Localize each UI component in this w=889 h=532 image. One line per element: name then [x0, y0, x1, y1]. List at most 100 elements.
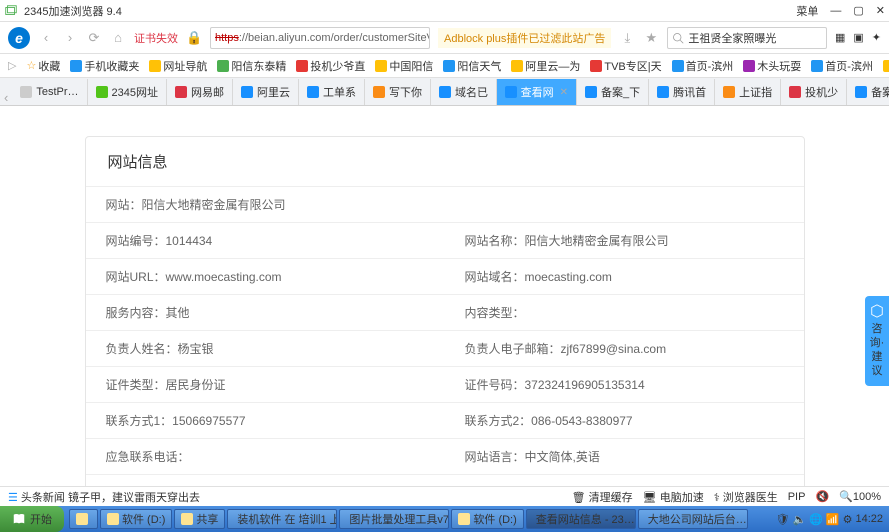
bookmark-item[interactable]: 阳信东泰精 [217, 58, 286, 74]
zoom-level[interactable]: 🔍100% [839, 490, 881, 503]
browser-doctor[interactable]: ⚕ 浏览器医生 [714, 489, 778, 505]
star-icon[interactable]: ★ [643, 30, 659, 46]
ext-icon[interactable]: ▣ [853, 31, 863, 44]
bookmarks-bar: ▷ ☆收藏 手机收藏夹 网址导航 阳信东泰精 投机少爷直 中国阳信 阳信天气 阿… [0, 54, 889, 78]
browser-logo-icon[interactable]: e [8, 27, 30, 49]
search-input[interactable]: 王祖贤全家照曝光 [667, 27, 827, 49]
browser-tab[interactable]: 备案-下 [847, 79, 889, 105]
bookmark-item[interactable]: 木头玩耍 [743, 58, 801, 74]
taskbar-item[interactable]: 共享 [174, 509, 225, 529]
taskbar-item[interactable] [69, 509, 98, 529]
browser-tab[interactable]: 上证指 [715, 79, 781, 105]
tray-icon[interactable]: 🔈 [792, 513, 806, 526]
taskbar-item[interactable]: 软件 (D:) [100, 509, 172, 529]
browser-tab[interactable]: 阿里云 [233, 79, 299, 105]
tab-favicon [175, 86, 187, 98]
bookmark-item[interactable]: TVB专区|天 [590, 58, 661, 74]
taskbar-item-icon [76, 513, 88, 525]
address-bar: e ‹ › ⟳ ⌂ 证书失效 🔒 https://beian.aliyun.co… [0, 22, 889, 54]
taskbar-item[interactable]: 装机软件 在 培训1 上 [227, 509, 337, 529]
grid-icon[interactable]: ▦ [835, 31, 845, 44]
url-proto: https [215, 32, 239, 44]
browser-tab[interactable]: TestPr… [12, 79, 87, 105]
tray-icon[interactable]: 🛡 [776, 513, 790, 526]
tab-label: TestPr… [36, 86, 78, 98]
site-id: 网站编号：1014434 [86, 223, 445, 258]
tabs-scroll-left[interactable]: ‹ [0, 90, 12, 105]
menu-link[interactable]: 菜单 [796, 3, 818, 19]
browser-tab[interactable]: 备案_下 [577, 79, 649, 105]
news-icon[interactable]: ☰ 头条新闻 [8, 492, 65, 504]
windows-icon [12, 512, 26, 526]
lock-icon: 🔒 [186, 30, 202, 46]
mute-icon[interactable]: 🔇 [815, 490, 829, 503]
taskbar-item[interactable]: 查看网站信息 - 23… [526, 509, 636, 529]
forward-button[interactable]: › [62, 30, 78, 45]
card-heading: 网站信息 [86, 137, 804, 186]
browser-tab[interactable]: 腾讯首 [649, 79, 715, 105]
fav-label[interactable]: ☆收藏 [26, 58, 60, 74]
bookmark-item[interactable]: 手机收藏夹 [70, 58, 139, 74]
browser-tab[interactable]: 写下你 [365, 79, 431, 105]
maximize-button[interactable]: ▢ [853, 4, 863, 17]
browser-tab[interactable]: 投机少 [781, 79, 847, 105]
tab-favicon [20, 86, 32, 98]
system-tray[interactable]: 🛡 🔈 🌐 📶 ⚙ 14:22 [770, 513, 889, 526]
browser-tab[interactable]: 查看网✕ [497, 79, 577, 105]
bookmark-item[interactable]: 阿里云—为 [883, 58, 889, 74]
taskbar-item[interactable]: 图片批量处理工具v7.0 … [339, 509, 449, 529]
url-input[interactable]: https://beian.aliyun.com/order/customerS… [210, 27, 430, 49]
tab-favicon [373, 86, 385, 98]
tray-icon[interactable]: ⚙ [843, 513, 853, 526]
reload-button[interactable]: ⟳ [86, 30, 102, 46]
id-number: 证件号码：372324196905135314 [445, 367, 804, 402]
bookmark-item[interactable]: 阿里云—为 [511, 58, 580, 74]
clock[interactable]: 14:22 [855, 513, 883, 525]
bookmark-item[interactable]: 网址导航 [149, 58, 207, 74]
taskbar-item-label: 软件 (D:) [122, 511, 165, 527]
pip-toggle[interactable]: PIP [788, 491, 806, 503]
tab-close-icon[interactable]: ✕ [560, 87, 568, 98]
restore-icon[interactable] [4, 4, 18, 18]
taskbar-item-icon [458, 513, 470, 525]
browser-tab[interactable]: 2345网址 [88, 79, 167, 105]
close-button[interactable]: ✕ [876, 4, 885, 17]
search-icon [672, 32, 684, 44]
browser-tab[interactable]: 域名已 [431, 79, 497, 105]
adblock-notice[interactable]: Adblock plus插件已过滤此站广告 [438, 28, 611, 48]
download-icon[interactable]: ⤓ [619, 30, 635, 46]
tray-icon[interactable]: 🌐 [809, 513, 823, 526]
bookmark-item[interactable]: 中国阳信 [375, 58, 433, 74]
tray-icon[interactable]: 📶 [826, 513, 840, 526]
search-placeholder: 王祖贤全家照曝光 [688, 30, 776, 46]
clear-cache[interactable]: 🗑 清理缓存 [572, 489, 633, 505]
bookmark-item[interactable]: 首页-滨州 [811, 58, 873, 74]
bookmark-item[interactable]: 投机少爷直 [296, 58, 365, 74]
start-button[interactable]: 开始 [0, 506, 64, 532]
tab-favicon [855, 86, 867, 98]
help-float-label: 咨询·建议 [869, 322, 885, 378]
bookmark-item[interactable]: 首页-滨州 [672, 58, 734, 74]
window-titlebar: 2345加速浏览器 9.4 菜单 — ▢ ✕ [0, 0, 889, 22]
browser-tab[interactable]: 工单系 [299, 79, 365, 105]
home-button[interactable]: ⌂ [110, 30, 126, 45]
pc-boost[interactable]: 🖥 电脑加速 [643, 489, 704, 505]
minimize-button[interactable]: — [830, 5, 841, 17]
site-name-row: 网站：阳信大地精密金属有限公司 [86, 187, 804, 222]
tab-label: 投机少 [805, 84, 838, 100]
help-float-button[interactable]: 咨询·建议 [865, 296, 889, 386]
taskbar-item[interactable]: 软件 (D:) [451, 509, 523, 529]
taskbar-item[interactable]: 大地公司网站后台… [638, 509, 748, 529]
bookmark-item[interactable]: 阳信天气 [443, 58, 501, 74]
browser-tab[interactable]: 网易邮 [167, 79, 233, 105]
tab-favicon [505, 86, 517, 98]
site-url: 网站URL：www.moecasting.com [86, 259, 445, 294]
expand-icon[interactable]: ▷ [8, 59, 16, 72]
content-type: 内容类型： [445, 295, 804, 330]
tab-label: 写下你 [389, 84, 422, 100]
contact-email: 负责人电子邮箱：zjf67899@sina.com [445, 331, 804, 366]
sparkle-icon[interactable]: ✦ [872, 31, 881, 44]
contact-name: 负责人姓名：杨宝银 [86, 331, 445, 366]
back-button[interactable]: ‹ [38, 30, 54, 45]
taskbar-item-label: 查看网站信息 - 23… [536, 511, 635, 527]
